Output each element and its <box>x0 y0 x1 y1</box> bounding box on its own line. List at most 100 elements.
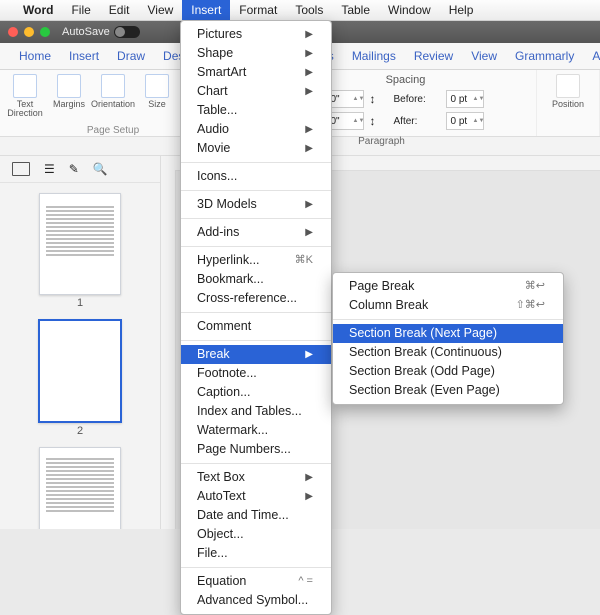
mac-menubar: Word File Edit View Insert Format Tools … <box>0 0 600 21</box>
menu-item-3d-models[interactable]: 3D Models▶ <box>181 195 331 214</box>
menu-item-autotext[interactable]: AutoText▶ <box>181 487 331 506</box>
submenu-arrow-icon: ▶ <box>305 195 313 214</box>
menu-table[interactable]: Table <box>332 0 379 20</box>
size-button[interactable]: Size <box>140 74 174 119</box>
menu-format[interactable]: Format <box>230 0 286 20</box>
menu-item-file[interactable]: File... <box>181 544 331 563</box>
submenu-arrow-icon: ▶ <box>305 468 313 487</box>
submenu-item-section-break-even-page[interactable]: Section Break (Even Page) <box>333 381 563 400</box>
page-thumb-2[interactable] <box>38 319 122 423</box>
menu-item-page-numbers[interactable]: Page Numbers... <box>181 440 331 459</box>
tab-mailings[interactable]: Mailings <box>343 43 405 69</box>
menu-item-audio[interactable]: Audio▶ <box>181 120 331 139</box>
menu-file[interactable]: File <box>62 0 99 20</box>
paragraph-label: Paragraph <box>358 136 405 147</box>
insert-menu: Pictures▶Shape▶SmartArt▶Chart▶Table...Au… <box>180 20 332 615</box>
submenu-arrow-icon: ▶ <box>305 63 313 82</box>
menu-item-date-and-time[interactable]: Date and Time... <box>181 506 331 525</box>
menu-separator <box>181 190 331 191</box>
ruler-vertical <box>161 170 176 529</box>
menu-item-footnote[interactable]: Footnote... <box>181 364 331 383</box>
menu-item-bookmark[interactable]: Bookmark... <box>181 270 331 289</box>
tab-insert[interactable]: Insert <box>60 43 108 69</box>
shortcut-label: ⇧⌘↩ <box>516 296 545 315</box>
spacing-before-input[interactable]: 0 pt▲▼ <box>446 90 484 108</box>
page-thumb-3[interactable] <box>39 447 121 529</box>
autosave-toggle[interactable]: AutoSave <box>62 26 140 38</box>
edit-icon[interactable]: ✎ <box>69 162 79 176</box>
tab-grammarly[interactable]: Grammarly <box>506 43 583 69</box>
submenu-arrow-icon: ▶ <box>305 223 313 242</box>
menu-insert[interactable]: Insert <box>182 0 230 20</box>
menu-item-chart[interactable]: Chart▶ <box>181 82 331 101</box>
submenu-item-section-break-next-page[interactable]: Section Break (Next Page) <box>333 324 563 343</box>
shortcut-label: ^ = <box>298 572 313 591</box>
menu-window[interactable]: Window <box>379 0 440 20</box>
menu-separator <box>181 567 331 568</box>
close-button[interactable] <box>8 27 18 37</box>
page-thumb-1[interactable] <box>39 193 121 295</box>
menu-separator <box>181 246 331 247</box>
submenu-arrow-icon: ▶ <box>305 345 313 364</box>
menu-item-icons[interactable]: Icons... <box>181 167 331 186</box>
submenu-item-column-break[interactable]: Column Break⇧⌘↩ <box>333 296 563 315</box>
submenu-item-page-break[interactable]: Page Break⌘↩ <box>333 277 563 296</box>
text-direction-icon <box>13 74 37 98</box>
page-num-1: 1 <box>0 297 160 309</box>
thumbnails-view-icon[interactable] <box>12 162 30 176</box>
menu-view[interactable]: View <box>138 0 182 20</box>
menu-item-object[interactable]: Object... <box>181 525 331 544</box>
menu-tools[interactable]: Tools <box>286 0 332 20</box>
menu-item-add-ins[interactable]: Add-ins▶ <box>181 223 331 242</box>
zoom-button[interactable] <box>40 27 50 37</box>
submenu-item-section-break-continuous[interactable]: Section Break (Continuous) <box>333 343 563 362</box>
search-icon[interactable]: 🔍 <box>93 162 108 176</box>
menu-item-smartart[interactable]: SmartArt▶ <box>181 63 331 82</box>
menu-separator <box>181 463 331 464</box>
menu-item-pictures[interactable]: Pictures▶ <box>181 25 331 44</box>
menu-help[interactable]: Help <box>440 0 483 20</box>
menu-item-comment[interactable]: Comment <box>181 317 331 336</box>
tab-view[interactable]: View <box>462 43 506 69</box>
orientation-icon <box>101 74 125 98</box>
menu-item-text-box[interactable]: Text Box▶ <box>181 468 331 487</box>
menu-separator <box>333 319 563 320</box>
menu-item-table[interactable]: Table... <box>181 101 331 120</box>
menu-item-caption[interactable]: Caption... <box>181 383 331 402</box>
page-setup-label: Page Setup <box>87 125 139 136</box>
submenu-arrow-icon: ▶ <box>305 25 313 44</box>
menu-separator <box>181 218 331 219</box>
submenu-item-section-break-odd-page[interactable]: Section Break (Odd Page) <box>333 362 563 381</box>
spacing-before-icon: ↕ <box>370 92 388 106</box>
position-button: Position <box>551 74 585 109</box>
spacing-after-input[interactable]: 0 pt▲▼ <box>446 112 484 130</box>
submenu-arrow-icon: ▶ <box>305 139 313 158</box>
before-label: Before: <box>394 94 440 105</box>
text-direction-button[interactable]: TextDirection <box>8 74 42 119</box>
window-controls <box>8 27 50 37</box>
break-submenu: Page Break⌘↩Column Break⇧⌘↩ Section Break… <box>332 272 564 405</box>
app-name[interactable]: Word <box>14 0 62 20</box>
margins-button[interactable]: Margins <box>52 74 86 119</box>
menu-separator <box>181 162 331 163</box>
orientation-button[interactable]: Orientation <box>96 74 130 119</box>
minimize-button[interactable] <box>24 27 34 37</box>
menu-item-movie[interactable]: Movie▶ <box>181 139 331 158</box>
menu-item-advanced-symbol[interactable]: Advanced Symbol... <box>181 591 331 610</box>
tab-review[interactable]: Review <box>405 43 462 69</box>
tab-draw[interactable]: Draw <box>108 43 154 69</box>
menu-item-watermark[interactable]: Watermark... <box>181 421 331 440</box>
thumbnails-header: ☰ ✎ 🔍 <box>0 156 160 183</box>
tab-acrobat[interactable]: Acrobat <box>583 43 600 69</box>
menu-item-shape[interactable]: Shape▶ <box>181 44 331 63</box>
tab-home[interactable]: Home <box>10 43 60 69</box>
margins-icon <box>57 74 81 98</box>
list-icon[interactable]: ☰ <box>44 162 55 176</box>
menu-item-equation[interactable]: Equation^ = <box>181 572 331 591</box>
submenu-arrow-icon: ▶ <box>305 82 313 101</box>
menu-item-hyperlink[interactable]: Hyperlink...⌘K <box>181 251 331 270</box>
menu-edit[interactable]: Edit <box>100 0 139 20</box>
menu-item-break[interactable]: Break▶ <box>181 345 331 364</box>
menu-item-index-and-tables[interactable]: Index and Tables... <box>181 402 331 421</box>
menu-item-cross-reference[interactable]: Cross-reference... <box>181 289 331 308</box>
